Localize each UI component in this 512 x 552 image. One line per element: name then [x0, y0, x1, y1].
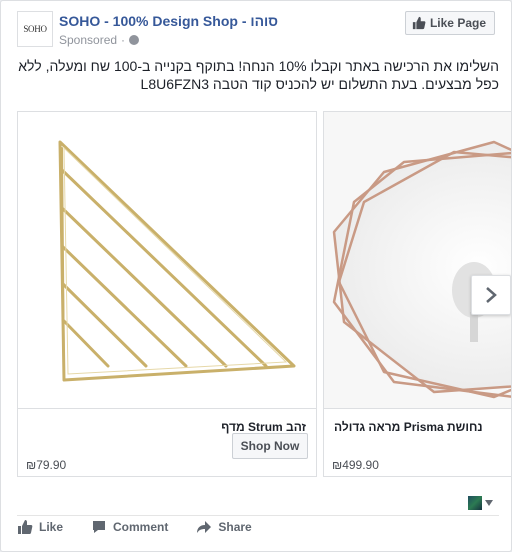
shop-now-button[interactable]: Shop Now	[232, 433, 308, 459]
reactions-bar	[17, 491, 499, 516]
product-carousel: זהב Strum מדף Shop Now ₪79.90 נחושת Pris…	[17, 111, 511, 477]
page-name-link[interactable]: SOHO - 100% Design Shop - סוהו	[59, 13, 278, 29]
like-label: Like	[39, 520, 64, 534]
product-price: ₪79.90	[26, 458, 67, 472]
share-label: Share	[218, 520, 252, 534]
like-page-label: Like Page	[429, 16, 486, 30]
carousel-next-button[interactable]	[471, 275, 511, 315]
post-meta: Sponsored ·	[59, 33, 140, 47]
sponsored-label[interactable]: Sponsored	[59, 33, 117, 47]
page-logo[interactable]: SOHO	[17, 11, 53, 47]
brass-triangle-shelf-image	[58, 140, 296, 382]
like-action[interactable]: Like	[17, 519, 63, 535]
thumbs-up-icon	[412, 16, 426, 30]
product-title[interactable]: נחושת Prisma מראה גדולה	[334, 420, 483, 434]
meta-separator: ·	[121, 33, 126, 47]
carousel-item-shelf[interactable]: זהב Strum מדף Shop Now ₪79.90	[17, 111, 317, 477]
identity-selector[interactable]	[468, 496, 493, 510]
comment-icon	[93, 521, 106, 533]
comment-label: Comment	[113, 520, 169, 534]
product-image-shelf[interactable]	[18, 112, 316, 409]
thumbs-up-icon	[18, 520, 33, 534]
product-image-mirror[interactable]	[324, 112, 511, 409]
ad-post-card: SOHO SOHO - 100% Design Shop - סוהו Spon…	[0, 0, 512, 552]
post-header: SOHO SOHO - 100% Design Shop - סוהו Spon…	[17, 11, 501, 51]
post-text: השלימו את הרכישה באתר וקבלו 10% הנחה! בת…	[18, 58, 499, 92]
avatar	[468, 496, 482, 510]
like-page-button[interactable]: Like Page	[404, 11, 495, 35]
comment-action[interactable]: Comment	[91, 519, 168, 535]
chevron-right-icon	[486, 287, 497, 303]
post-actions: Like Comment Share	[17, 519, 280, 535]
product-price: ₪499.90	[332, 458, 379, 472]
share-icon	[197, 521, 212, 533]
product-title[interactable]: זהב Strum מדף	[221, 420, 306, 434]
copper-prisma-mirror-image	[332, 140, 511, 399]
share-action[interactable]: Share	[196, 519, 252, 535]
caret-down-icon	[485, 500, 493, 506]
globe-icon	[129, 35, 140, 45]
logo-text: SOHO	[23, 24, 47, 34]
